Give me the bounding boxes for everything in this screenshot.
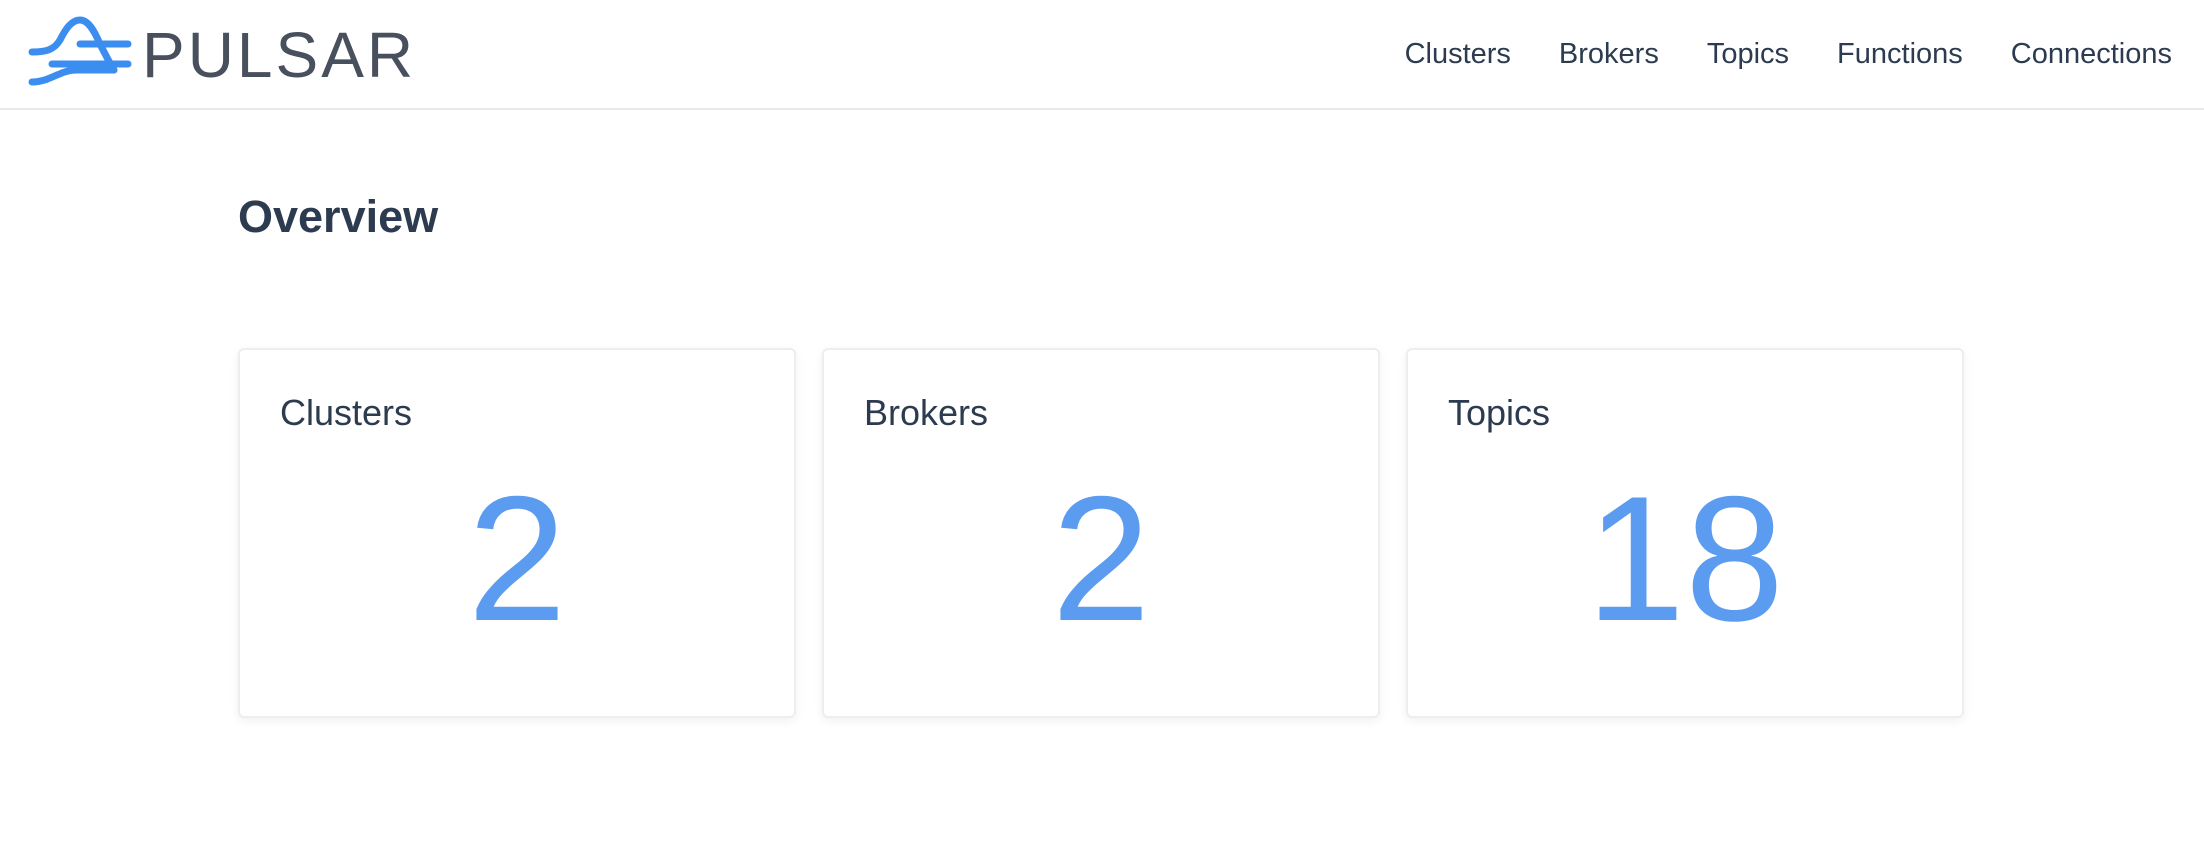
- logo-wordmark: PULSAR: [142, 19, 417, 91]
- card-title: Topics: [1448, 392, 1551, 433]
- clusters-card[interactable]: Clusters 2: [238, 348, 796, 718]
- nav-topics[interactable]: Topics: [1707, 38, 1789, 71]
- card-count: 2: [1051, 459, 1151, 658]
- card-count: 2: [467, 459, 567, 658]
- topics-card[interactable]: Topics 18: [1406, 348, 1964, 718]
- pulsar-logo-link[interactable]: PULSAR: [28, 16, 416, 90]
- overview-cards: Clusters 2 Brokers 2 Topics 18: [238, 348, 1964, 718]
- card-count: 18: [1586, 459, 1784, 658]
- pulsar-wave-icon: [28, 16, 132, 86]
- brokers-card[interactable]: Brokers 2: [822, 348, 1380, 718]
- top-navbar: PULSAR Clusters Brokers Topics Functions…: [0, 0, 2204, 110]
- nav-brokers[interactable]: Brokers: [1559, 38, 1659, 71]
- card-title: Brokers: [864, 392, 989, 433]
- page-title: Overview: [238, 191, 439, 242]
- card-title: Clusters: [280, 392, 413, 433]
- nav-clusters[interactable]: Clusters: [1405, 38, 1511, 71]
- main-nav: Clusters Brokers Topics Functions Connec…: [1405, 0, 2172, 108]
- nav-connections[interactable]: Connections: [2011, 38, 2172, 71]
- nav-functions[interactable]: Functions: [1837, 38, 1963, 71]
